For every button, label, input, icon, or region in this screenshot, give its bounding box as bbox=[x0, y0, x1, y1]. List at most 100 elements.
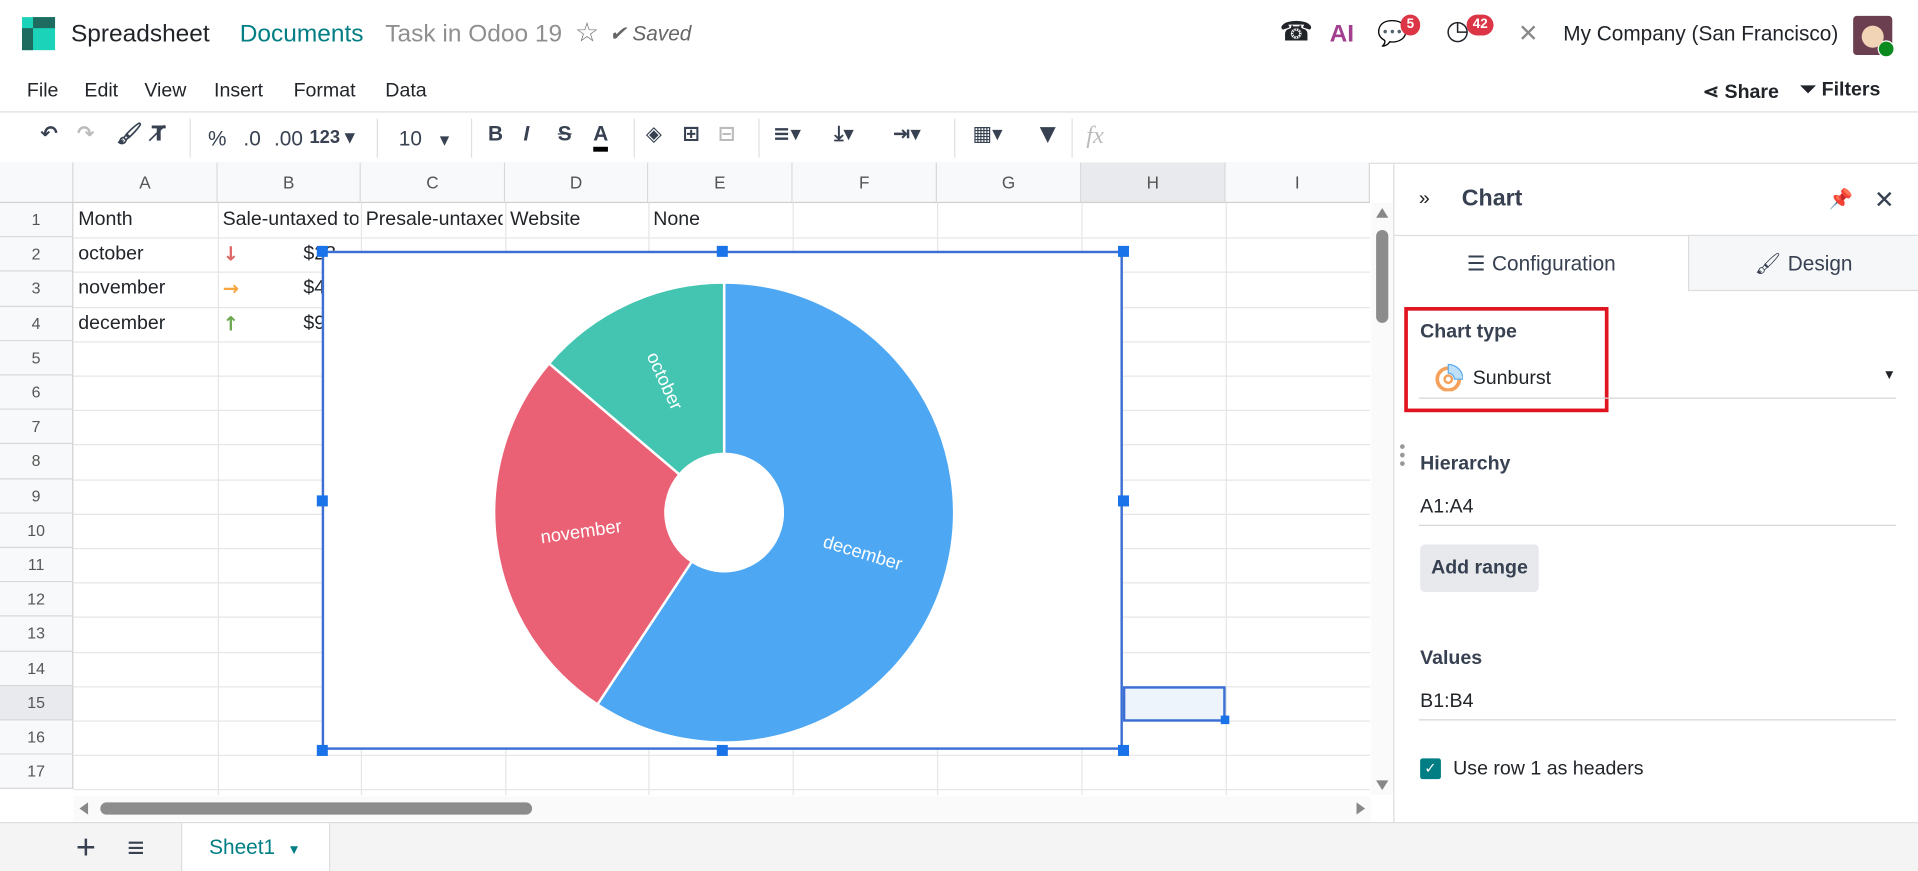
cell-A2[interactable]: october bbox=[78, 238, 215, 272]
column-header-C[interactable]: C bbox=[360, 162, 506, 204]
chart-resize-handle[interactable] bbox=[316, 744, 328, 756]
values-range-input[interactable]: B1:B4 bbox=[1420, 691, 1473, 713]
selection-fill-handle[interactable] bbox=[1220, 715, 1230, 725]
row-header-14[interactable]: 14 bbox=[0, 651, 74, 686]
chart-type-select[interactable]: Sunburst ▼ bbox=[1419, 361, 1896, 398]
cell-A1[interactable]: Month bbox=[78, 203, 215, 237]
menu-format[interactable]: Format bbox=[294, 81, 356, 103]
paint-format-icon[interactable]: 🖌 bbox=[116, 122, 142, 146]
star-icon[interactable]: ☆ bbox=[575, 17, 599, 49]
column-header-I[interactable]: I bbox=[1225, 162, 1370, 204]
chart-resize-handle[interactable] bbox=[316, 494, 328, 506]
row-header-9[interactable]: 9 bbox=[0, 478, 74, 514]
sheet-tab[interactable]: Sheet1 ▼ bbox=[181, 823, 331, 871]
menu-edit[interactable]: Edit bbox=[84, 81, 118, 103]
row-header-8[interactable]: 8 bbox=[0, 444, 74, 479]
share-button[interactable]: ⋖ Share bbox=[1703, 80, 1779, 104]
document-title[interactable]: Task in Odoo 19 bbox=[385, 21, 562, 49]
increase-decimal-button[interactable]: .00 bbox=[274, 127, 303, 151]
column-header-H[interactable]: H bbox=[1081, 162, 1226, 204]
cell-A3[interactable]: november bbox=[78, 272, 215, 306]
user-avatar[interactable] bbox=[1853, 15, 1895, 58]
close-icon[interactable]: ✕ bbox=[1874, 185, 1895, 216]
menu-view[interactable]: View bbox=[144, 81, 186, 103]
chart-resize-handle[interactable] bbox=[1117, 245, 1129, 257]
tab-configuration[interactable]: ☰ Configuration bbox=[1394, 236, 1688, 291]
horizontal-align-icon[interactable]: ≡▾ bbox=[773, 122, 801, 146]
scroll-down-icon[interactable] bbox=[1376, 780, 1389, 791]
scroll-up-icon[interactable] bbox=[1376, 207, 1389, 218]
italic-icon[interactable]: I bbox=[524, 122, 530, 146]
undo-icon[interactable]: ↶ bbox=[40, 122, 57, 146]
pin-icon[interactable]: 📌 bbox=[1829, 187, 1853, 210]
format-percent-button[interactable]: % bbox=[208, 127, 227, 151]
vertical-scrollbar[interactable] bbox=[1371, 203, 1394, 796]
column-header-A[interactable]: A bbox=[73, 162, 218, 204]
row-header-3[interactable]: 3 bbox=[0, 272, 74, 307]
column-header-E[interactable]: E bbox=[648, 162, 793, 204]
row-header-6[interactable]: 6 bbox=[0, 375, 74, 411]
collapse-panel-icon[interactable]: » bbox=[1419, 188, 1430, 210]
column-header-G[interactable]: G bbox=[936, 162, 1082, 204]
column-header-F[interactable]: F bbox=[792, 162, 937, 204]
filters-button[interactable]: ⏷ Filters bbox=[1801, 80, 1881, 102]
conditional-format-icon[interactable]: ▦▾ bbox=[972, 122, 1002, 146]
formula-bar[interactable]: fx bbox=[1086, 122, 1104, 150]
row-header-13[interactable]: 13 bbox=[0, 616, 74, 652]
chart-resize-handle[interactable] bbox=[1117, 494, 1129, 506]
app-logo[interactable] bbox=[22, 17, 56, 51]
font-size-dropdown[interactable]: 10 ▼ bbox=[399, 127, 453, 151]
strikethrough-icon[interactable]: S bbox=[558, 122, 572, 146]
row-header-17[interactable]: 17 bbox=[0, 754, 74, 790]
row-header-15[interactable]: 15 bbox=[0, 685, 74, 721]
row-header-10[interactable]: 10 bbox=[0, 513, 74, 548]
row-header-4[interactable]: 4 bbox=[0, 306, 74, 342]
row-header-5[interactable]: 5 bbox=[0, 341, 74, 376]
row-header-16[interactable]: 16 bbox=[0, 720, 74, 755]
scroll-left-icon[interactable] bbox=[79, 802, 89, 815]
ai-icon[interactable]: AI bbox=[1330, 21, 1354, 49]
menu-data[interactable]: Data bbox=[385, 81, 426, 103]
borders-icon[interactable]: ⊞ bbox=[683, 122, 700, 146]
row-header-2[interactable]: 2 bbox=[0, 237, 74, 273]
merge-cells-icon[interactable]: ⊟ bbox=[718, 122, 735, 146]
add-sheet-icon[interactable]: + bbox=[76, 828, 96, 867]
column-header-B[interactable]: B bbox=[217, 162, 361, 204]
cell-E1[interactable]: None bbox=[653, 203, 790, 237]
cell-D1[interactable]: Website bbox=[510, 203, 646, 237]
chart-resize-handle[interactable] bbox=[316, 245, 328, 257]
text-color-icon[interactable]: A bbox=[593, 122, 609, 152]
chart-resize-handle[interactable] bbox=[716, 744, 728, 756]
menu-file[interactable]: File bbox=[27, 81, 59, 103]
redo-icon[interactable]: ↷ bbox=[77, 122, 94, 146]
wrapping-icon[interactable]: ⇥▾ bbox=[893, 122, 921, 146]
activities-clock-icon[interactable]: ◷ bbox=[1446, 16, 1469, 47]
use-headers-label[interactable]: Use row 1 as headers bbox=[1453, 758, 1643, 780]
cell-B1[interactable]: Sale-untaxed total bbox=[223, 203, 359, 237]
column-header-D[interactable]: D bbox=[505, 162, 649, 204]
add-range-button[interactable]: Add range bbox=[1420, 544, 1539, 593]
chart-resize-handle[interactable] bbox=[1117, 744, 1129, 756]
bold-icon[interactable]: B bbox=[488, 122, 503, 146]
tools-icon[interactable]: ✕ bbox=[1518, 18, 1539, 47]
clear-format-icon[interactable]: T̸ bbox=[152, 122, 166, 146]
horizontal-scrollbar[interactable] bbox=[73, 796, 1372, 821]
phone-icon[interactable]: ☎ bbox=[1279, 17, 1313, 48]
cell-A4[interactable]: december bbox=[78, 307, 215, 341]
chart-resize-handle[interactable] bbox=[716, 245, 728, 257]
row-header-11[interactable]: 11 bbox=[0, 547, 74, 583]
number-format-dropdown[interactable]: 123 ▾ bbox=[309, 126, 354, 148]
company-switcher[interactable]: My Company (San Francisco) bbox=[1563, 22, 1838, 46]
hierarchy-range-input[interactable]: A1:A4 bbox=[1420, 497, 1473, 519]
row-header-12[interactable]: 12 bbox=[0, 582, 74, 617]
fill-color-icon[interactable]: ◈ bbox=[646, 122, 662, 146]
vertical-align-icon[interactable]: ⤓▾ bbox=[834, 122, 854, 146]
cell-C1[interactable]: Presale-untaxed bbox=[366, 203, 503, 237]
row-header-1[interactable]: 1 bbox=[0, 203, 74, 238]
drag-handle-icon[interactable]: • • • bbox=[1399, 438, 1405, 472]
decrease-decimal-button[interactable]: .0 bbox=[243, 127, 260, 151]
row-header-7[interactable]: 7 bbox=[0, 410, 74, 445]
sheet-list-icon[interactable]: ≡ bbox=[127, 832, 144, 866]
scroll-right-icon[interactable] bbox=[1356, 802, 1366, 815]
tab-design[interactable]: 🖌 Design bbox=[1688, 236, 1918, 292]
